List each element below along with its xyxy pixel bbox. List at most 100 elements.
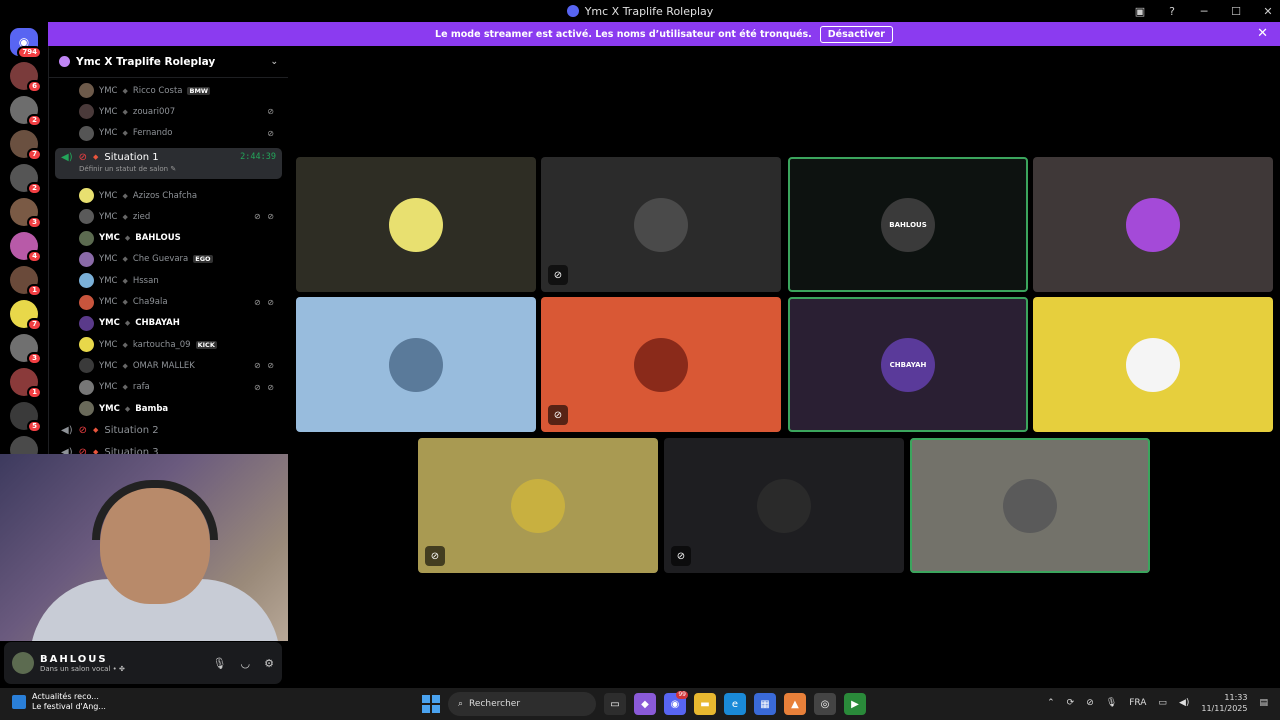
voice-member[interactable]: YMC ◆ zouari007 ⊘	[49, 101, 288, 122]
disable-streamer-mode-button[interactable]: Désactiver	[819, 25, 893, 43]
notification-badge: 794	[17, 46, 42, 59]
start-windows-icon[interactable]	[422, 695, 440, 713]
participant-tile[interactable]: ⊘	[541, 157, 781, 292]
server-icon-button[interactable]: 3	[10, 334, 42, 365]
voice-member[interactable]: YMC ◆ Hssan	[49, 270, 288, 291]
app-glyph: ◉	[670, 698, 680, 710]
taskbar-app-icon[interactable]: ◆	[634, 693, 656, 715]
voice-member[interactable]: YMC ◆ Azizos Chafcha	[49, 185, 288, 206]
participant-tile[interactable]: ⊘	[418, 438, 658, 573]
minimize-icon[interactable]: ─	[1192, 0, 1216, 22]
server-icon-button[interactable]: 2	[10, 164, 42, 195]
notification-badge: 1	[27, 284, 42, 297]
channel-name: Situation 1	[104, 151, 159, 163]
notification-badge: 7	[27, 318, 42, 331]
taskbar-app-icon[interactable]: ▬	[694, 693, 716, 715]
member-avatar	[79, 273, 94, 289]
volume-icon[interactable]: ◀)	[1179, 698, 1189, 708]
participant-tile[interactable]: CHBAYAH	[788, 297, 1028, 432]
member-tag: YMC	[99, 233, 120, 244]
help-icon[interactable]: ?	[1160, 0, 1184, 22]
voice-member[interactable]: YMC ◆ OMAR MALLEK ⊘ ⊘	[49, 355, 288, 376]
notification-badge: 6	[27, 80, 42, 93]
channel-name: Situation 2	[104, 424, 159, 436]
voice-channel-active[interactable]: ◀) ⊘ ◆ Situation 1 2:44:39 Définir un st…	[55, 147, 282, 179]
participant-avatar	[389, 197, 443, 252]
search-placeholder: Rechercher	[469, 699, 521, 709]
inbox-icon[interactable]: ▣	[1128, 0, 1152, 22]
voice-member[interactable]: YMC ◆ Bamba	[49, 398, 288, 419]
maximize-icon[interactable]: ☐	[1224, 0, 1248, 22]
participant-tile[interactable]: ⊘	[664, 438, 904, 573]
clock[interactable]: 11:33 11/11/2025	[1201, 692, 1247, 714]
member-name: Hssan	[132, 275, 159, 286]
voice-member[interactable]: YMC ◆ BAHLOUS	[49, 227, 288, 248]
voice-member[interactable]: YMC ◆ CHBAYAH	[49, 313, 288, 334]
member-name: zouari007	[132, 106, 176, 117]
server-icon-button[interactable]: 5	[10, 402, 42, 433]
voice-channel[interactable]: ◀) ⊘ ◆ Situation 2	[49, 419, 288, 441]
notification-badge: 7	[27, 148, 42, 161]
voice-member[interactable]: YMC ◆ Ricco Costa BMW	[49, 80, 288, 101]
deafened-icon: ⊘	[548, 265, 568, 285]
sync-icon[interactable]: ⟳	[1067, 698, 1075, 708]
channel-status[interactable]: Définir un statut de salon ✎	[79, 165, 276, 173]
headphones-toggle-icon[interactable]: ◡	[241, 657, 251, 670]
server-icon-button[interactable]: 4	[10, 232, 42, 263]
voice-member[interactable]: YMC ◆ Che Guevara EGO	[49, 249, 288, 270]
taskbar-app-icon[interactable]: ▦	[754, 693, 776, 715]
server-icon-button[interactable]: 3	[10, 198, 42, 229]
server-icon-button[interactable]: 6	[10, 62, 42, 93]
participant-tile[interactable]: ⊘	[541, 297, 781, 432]
participant-tile[interactable]	[1033, 297, 1273, 432]
server-icon-button[interactable]: 1	[10, 266, 42, 297]
server-icon-button[interactable]: 2	[10, 96, 42, 127]
taskbar-app-icon[interactable]: ◉ 99	[664, 691, 688, 715]
network-off-icon[interactable]: ⊘	[1086, 698, 1094, 708]
taskbar-app-icon[interactable]: e	[724, 693, 746, 715]
notification-icon[interactable]: ▤	[1259, 698, 1268, 708]
separator-icon: ◆	[124, 404, 131, 413]
app-glyph: ▭	[610, 698, 620, 710]
participant-tile[interactable]	[1033, 157, 1273, 292]
taskbar-search[interactable]: ⌕ Rechercher	[448, 692, 596, 716]
voice-member[interactable]: YMC ◆ Cha9ala ⊘ ⊘	[49, 291, 288, 312]
separator-icon: ◆	[122, 361, 128, 370]
voice-member[interactable]: YMC ◆ rafa ⊘ ⊘	[49, 377, 288, 398]
voice-member[interactable]: YMC ◆ zied ⊘ ⊘	[49, 206, 288, 227]
mic-tray-icon[interactable]: 🎙	[1106, 698, 1117, 708]
display-icon[interactable]: ▭	[1158, 698, 1167, 708]
taskbar-app-icon[interactable]: ◎	[814, 693, 836, 715]
close-icon[interactable]: ✕	[1256, 0, 1280, 22]
deafened-icon: ⊘	[267, 107, 276, 117]
participant-tile[interactable]	[296, 297, 536, 432]
participant-tile[interactable]: BAHLOUS	[788, 157, 1028, 292]
taskbar-app-icon[interactable]: ▲	[784, 693, 806, 715]
no-entry-icon: ⊘	[78, 151, 87, 163]
settings-gear-icon[interactable]: ⚙	[264, 657, 274, 670]
participant-tile[interactable]	[910, 438, 1150, 573]
server-header[interactable]: Ymc X Traplife Roleplay ⌄	[49, 46, 288, 78]
title-bar: Ymc X Traplife Roleplay ▣ ? ─ ☐ ✕	[0, 0, 1280, 22]
chevron-down-icon[interactable]: ⌄	[270, 57, 278, 67]
member-avatar	[79, 379, 94, 395]
server-icon-button[interactable]: 7	[10, 300, 42, 331]
app-badge: 99	[676, 691, 688, 699]
language-indicator[interactable]: FRA	[1129, 698, 1146, 708]
microphone-icon[interactable]: 🎙	[213, 657, 227, 670]
tray-chevron-up-icon[interactable]: ⌃	[1047, 698, 1055, 708]
member-name: CHBAYAH	[135, 318, 180, 329]
user-avatar[interactable]	[12, 652, 34, 674]
deafened-icon: ⊘	[548, 405, 568, 425]
taskbar-app-icon[interactable]: ▶	[844, 693, 866, 715]
participant-tile[interactable]	[296, 157, 536, 292]
member-name: Ricco Costa	[132, 85, 183, 96]
banner-close-icon[interactable]: ✕	[1257, 26, 1268, 41]
taskbar-app-icon[interactable]: ▭	[604, 693, 626, 715]
news-widget[interactable]: Actualités reco... Le festival d'Ang...	[12, 692, 106, 712]
server-icon-button[interactable]: 1	[10, 368, 42, 399]
server-icon-button[interactable]: 7	[10, 130, 42, 161]
voice-member[interactable]: YMC ◆ Fernando ⊘	[49, 123, 288, 144]
direct-messages-button[interactable]: ◉ 794	[10, 28, 42, 59]
voice-member[interactable]: YMC ◆ kartoucha_09 KICK	[49, 334, 288, 355]
